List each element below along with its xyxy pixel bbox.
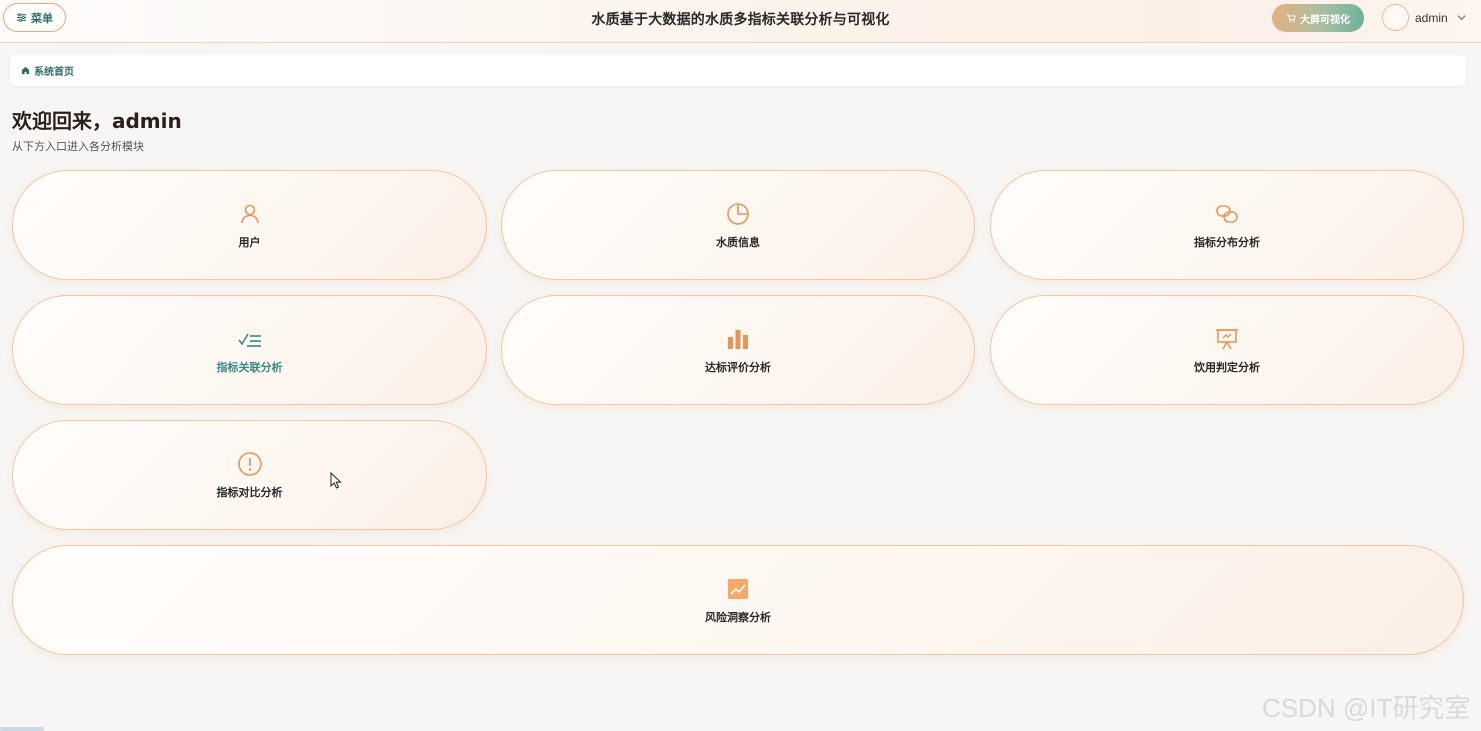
top-header: 菜单 水质基于大数据的水质多指标关联分析与可视化 大屏可视化 admin: [0, 0, 1481, 43]
checklist-icon: [237, 333, 261, 347]
home-icon: [21, 66, 30, 75]
bigscreen-button[interactable]: 大屏可视化: [1272, 4, 1364, 32]
user-icon: [240, 204, 259, 223]
breadcrumb: 系统首页: [10, 55, 1466, 86]
card-user[interactable]: 用户: [12, 170, 487, 280]
mouse-cursor-icon: [330, 472, 342, 489]
user-name[interactable]: admin: [1415, 11, 1448, 25]
scrollbar[interactable]: [0, 727, 44, 731]
pie-chart-icon: [727, 202, 749, 225]
card-label: 饮用判定分析: [1194, 360, 1260, 374]
card-label: 指标关联分析: [216, 360, 283, 374]
app-title: 水质基于大数据的水质多指标关联分析与可视化: [591, 12, 890, 28]
card-risk-insight[interactable]: 风险洞察分析: [12, 545, 1464, 655]
card-label: 达标评价分析: [705, 360, 771, 374]
card-label: 水质信息: [716, 235, 760, 249]
breadcrumb-home[interactable]: 系统首页: [34, 63, 74, 78]
card-indicator-comparison[interactable]: 指标对比分析: [12, 420, 487, 530]
avatar[interactable]: [1382, 4, 1409, 31]
warning-circle-icon: [237, 451, 262, 476]
card-indicator-correlation[interactable]: 指标关联分析: [12, 295, 487, 405]
bigscreen-button-label: 大屏可视化: [1300, 14, 1350, 26]
card-label: 风险洞察分析: [705, 610, 771, 624]
card-water-quality-info[interactable]: 水质信息: [501, 170, 975, 280]
presentation-icon: [1216, 328, 1238, 349]
card-label: 指标分布分析: [1194, 235, 1260, 249]
cart-icon: [1286, 14, 1296, 23]
chevron-down-icon[interactable]: [1456, 12, 1467, 23]
bar-chart-icon: [728, 329, 748, 349]
link-icon: [1216, 204, 1238, 223]
trend-chart-icon: [728, 578, 748, 599]
card-drinking-judgement[interactable]: 饮用判定分析: [990, 295, 1464, 405]
watermark: CSDN @IT研究室: [1262, 693, 1471, 723]
card-indicator-distribution[interactable]: 指标分布分析: [990, 170, 1464, 280]
card-compliance-evaluation[interactable]: 达标评价分析: [501, 295, 975, 405]
card-label: 指标对比分析: [216, 485, 283, 499]
page-title: 欢迎回来，admin: [12, 109, 182, 133]
page-subtitle: 从下方入口进入各分析模块: [12, 140, 144, 153]
card-label: 用户: [238, 235, 261, 249]
